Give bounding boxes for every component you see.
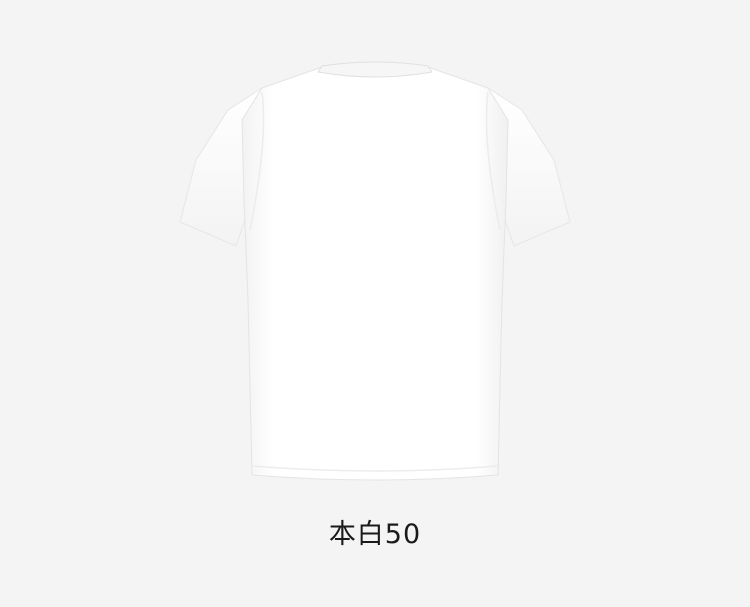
shirt-body (241, 62, 509, 481)
product-color-card: 本白50 (0, 0, 750, 607)
tshirt-back-image (179, 61, 571, 481)
color-name-label: 本白50 (328, 519, 422, 550)
collar (317, 61, 433, 78)
